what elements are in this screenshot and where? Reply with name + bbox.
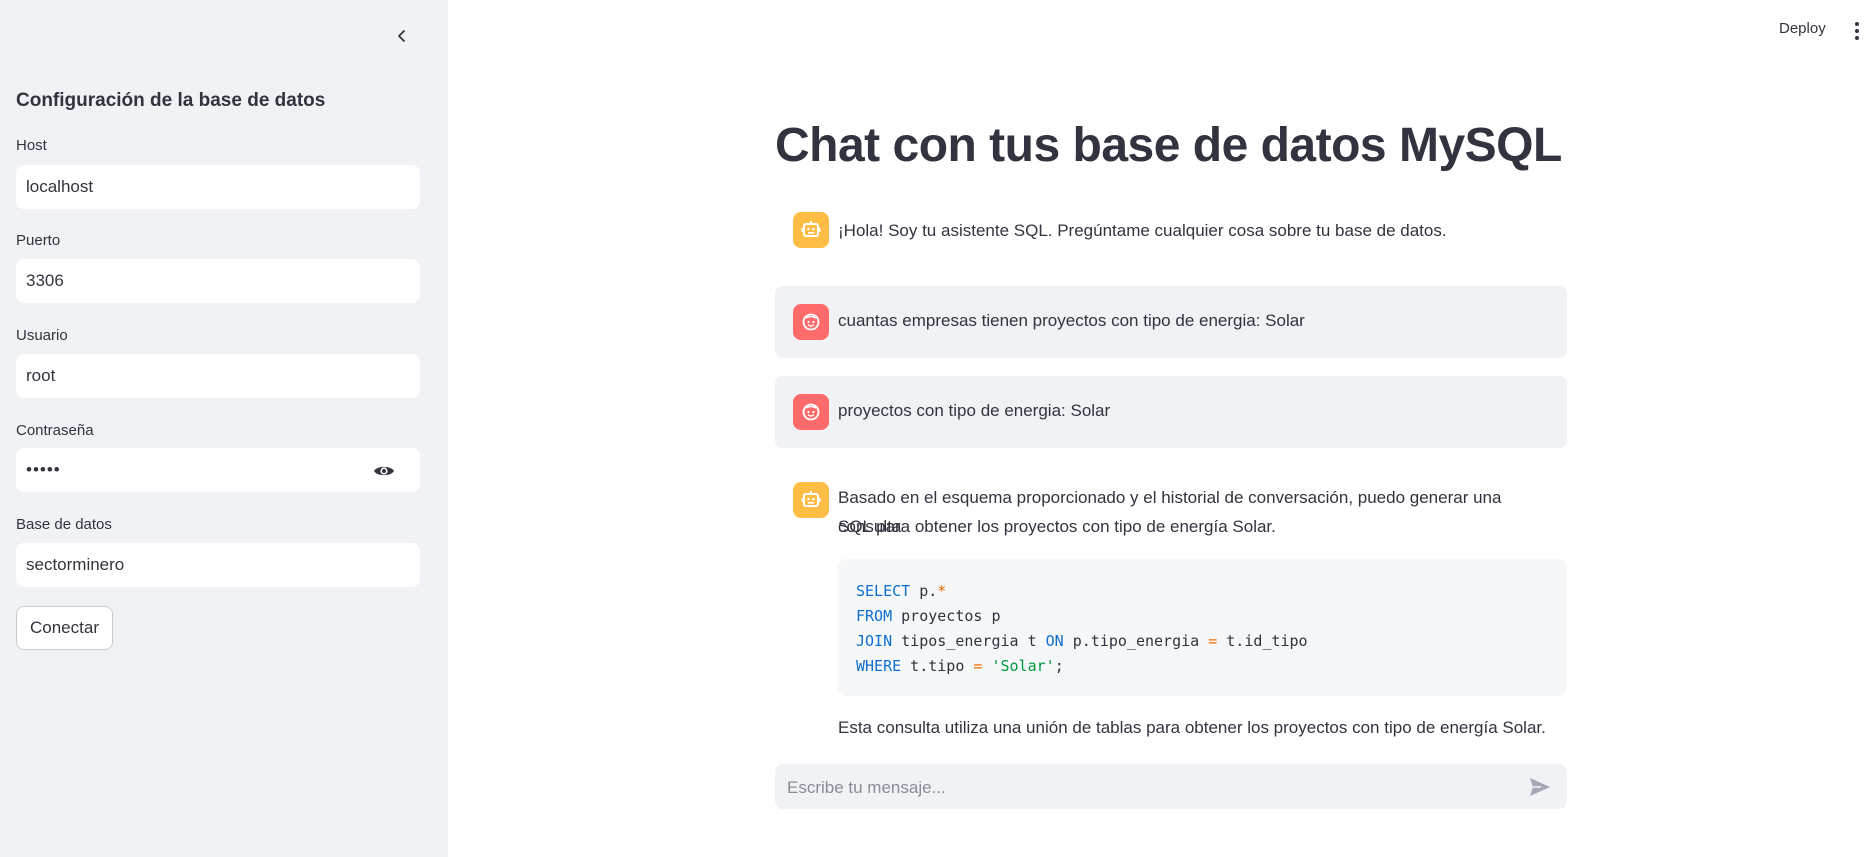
chat-input[interactable]: [785, 764, 1489, 811]
bot-avatar: [793, 482, 829, 518]
password-input[interactable]: [16, 448, 420, 492]
show-password-button[interactable]: [372, 459, 396, 483]
message-text: proyectos con tipo de energia: Solar: [838, 401, 1111, 420]
sql-string: 'Solar': [991, 657, 1055, 675]
sql-keyword: FROM: [856, 607, 893, 625]
password-label: Contraseña: [16, 422, 94, 439]
port-input[interactable]: [16, 259, 420, 303]
sql-text: t.tipo: [901, 657, 974, 675]
user-avatar: [793, 394, 829, 430]
connect-button[interactable]: Conectar: [16, 606, 113, 650]
message-footer-text: Esta consulta utiliza una unión de tabla…: [838, 718, 1546, 737]
chat-message-user: proyectos con tipo de energia: Solar: [775, 376, 1567, 448]
sidebar: Configuración de la base de datos Host P…: [0, 0, 448, 857]
send-button[interactable]: [1528, 775, 1552, 799]
message-text: ¡Hola! Soy tu asistente SQL. Pregúntame …: [838, 221, 1447, 240]
message-text: cuantas empresas tienen proyectos con ti…: [838, 311, 1305, 330]
sql-keyword: WHERE: [856, 657, 902, 675]
chat-message-user: cuantas empresas tienen proyectos con ti…: [775, 286, 1567, 358]
face-icon: [802, 403, 820, 421]
database-input[interactable]: [16, 543, 420, 587]
host-input[interactable]: [16, 165, 420, 209]
code-line: JOIN tipos_energia t ON p.tipo_energia =…: [856, 629, 1549, 654]
sql-operator: *: [937, 582, 947, 600]
chat-message-assistant: ¡Hola! Soy tu asistente SQL. Pregúntame …: [775, 208, 1567, 256]
vertical-dots-icon[interactable]: [1852, 20, 1862, 42]
sql-text: p.: [910, 582, 938, 600]
sql-keyword: JOIN: [856, 632, 893, 650]
page-title: Chat con tus base de datos MySQL: [775, 119, 1562, 172]
message-text-line2: SQL para obtener los proyectos con tipo …: [838, 517, 1276, 536]
sql-code-block: SELECT p.* FROM proyectos p JOIN tipos_e…: [838, 559, 1567, 696]
sql-text: t.id_tipo: [1217, 632, 1308, 650]
face-icon: [802, 313, 820, 331]
sql-text: ;: [1054, 657, 1064, 675]
collapse-sidebar-button[interactable]: [390, 24, 414, 48]
sql-text: proyectos p: [892, 607, 1001, 625]
code-line: FROM proyectos p: [856, 604, 1549, 629]
user-label: Usuario: [16, 327, 68, 344]
sql-keyword: SELECT: [856, 582, 911, 600]
sql-keyword: ON: [1045, 632, 1064, 650]
robot-icon: [801, 221, 821, 237]
robot-icon: [801, 491, 821, 507]
chat-input-container: [775, 764, 1567, 811]
sql-text: tipos_energia t: [892, 632, 1046, 650]
chevron-left-icon: [398, 30, 405, 42]
eye-icon: [374, 466, 394, 476]
sql-text: p.tipo_energia: [1063, 632, 1209, 650]
sidebar-title: Configuración de la base de datos: [16, 90, 326, 111]
sql-operator: =: [1208, 632, 1218, 650]
port-label: Puerto: [16, 232, 61, 249]
code-line: WHERE t.tipo = 'Solar';: [856, 654, 1549, 679]
host-label: Host: [16, 137, 47, 154]
user-avatar: [793, 304, 829, 340]
send-icon: [1530, 778, 1550, 796]
code-line: SELECT p.*: [856, 579, 1549, 604]
deploy-button[interactable]: Deploy: [1779, 20, 1826, 37]
user-input[interactable]: [16, 354, 420, 398]
database-label: Base de datos: [16, 516, 112, 533]
bot-avatar: [793, 212, 829, 248]
